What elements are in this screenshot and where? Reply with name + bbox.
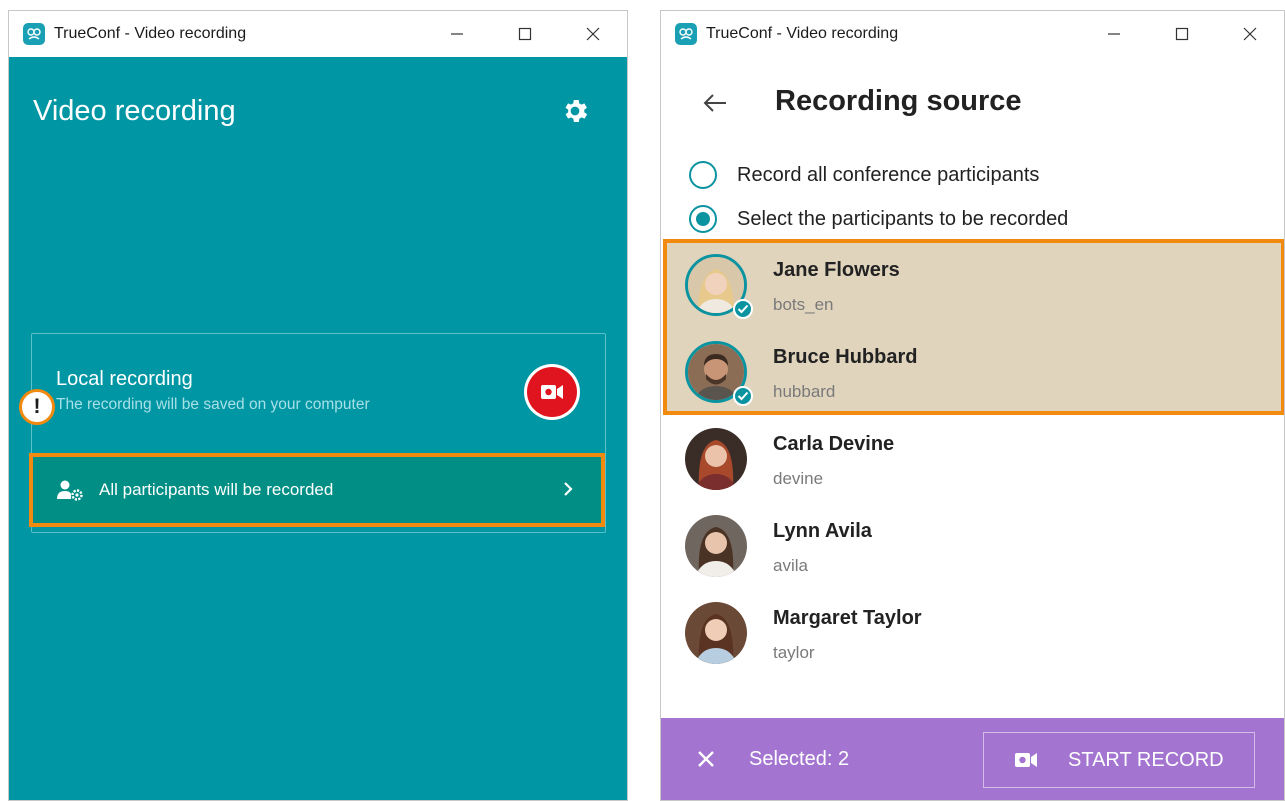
radio-button-selected[interactable]	[689, 205, 717, 233]
minimize-button[interactable]	[1080, 11, 1148, 57]
participant-name: Margaret Taylor	[773, 607, 922, 629]
title-bar: TrueConf - Video recording	[661, 11, 1284, 57]
participant-login: devine	[773, 469, 824, 488]
option-label: Record all conference participants	[737, 163, 1040, 186]
participant-login: taylor	[773, 643, 815, 662]
option-select-participants[interactable]: Select the participants to be recorded	[689, 205, 1068, 233]
card-title: Local recording	[56, 368, 193, 390]
avatar	[685, 428, 747, 490]
participant-row-jane-flowers[interactable]: Jane Flowers bots_en	[661, 243, 1284, 331]
minimize-icon	[1108, 33, 1120, 35]
participant-login: hubbard	[773, 382, 836, 401]
page-title: Video recording	[33, 95, 236, 127]
maximize-button[interactable]	[1148, 11, 1216, 57]
window-title: TrueConf - Video recording	[54, 25, 247, 42]
selected-count: Selected: 2	[749, 748, 850, 770]
option-label: Select the participants to be recorded	[737, 207, 1069, 230]
participant-name: Bruce Hubbard	[773, 346, 918, 368]
participant-row-carla-devine[interactable]: Carla Devine devine	[661, 417, 1284, 505]
start-record-button[interactable]: START RECORD	[983, 732, 1255, 788]
close-icon	[586, 27, 600, 41]
video-recording-panel: Video recording Local recording The reco…	[9, 57, 627, 800]
participant-row-lynn-avila[interactable]: Lynn Avila avila	[661, 504, 1284, 592]
clear-selection-button[interactable]	[691, 744, 721, 774]
back-button[interactable]	[695, 83, 735, 123]
participant-name: Carla Devine	[773, 433, 895, 455]
back-arrow-icon	[703, 94, 726, 112]
maximize-button[interactable]	[491, 11, 559, 57]
checkmark-icon	[737, 391, 749, 401]
close-icon	[698, 751, 714, 767]
participants-settings-icon	[57, 480, 83, 501]
participant-name: Jane Flowers	[773, 259, 900, 281]
trueconf-app-icon	[23, 23, 45, 45]
maximize-icon	[518, 27, 532, 41]
participant-row-margaret-taylor[interactable]: Margaret Taylor taylor	[661, 591, 1284, 679]
selected-check-badge	[733, 386, 753, 406]
video-recording-window-right: TrueConf - Video recording Recording sou…	[660, 10, 1285, 801]
chevron-right-icon	[564, 482, 573, 496]
selection-action-bar: Selected: 2 START RECORD	[661, 718, 1284, 800]
radio-button[interactable]	[689, 161, 717, 189]
minimize-icon	[451, 33, 463, 35]
video-camera-icon	[1015, 753, 1037, 767]
checkmark-icon	[737, 304, 749, 314]
participants-row-label: All participants will be recorded	[99, 480, 334, 499]
page-title: Recording source	[775, 85, 1022, 117]
warning-callout-badge: !	[19, 389, 55, 425]
option-record-all[interactable]: Record all conference participants	[689, 161, 1039, 189]
video-recording-window-left: TrueConf - Video recording Video recordi…	[8, 10, 628, 801]
participant-login: bots_en	[773, 295, 834, 314]
start-local-recording-button[interactable]	[524, 364, 580, 420]
participant-row-bruce-hubbard[interactable]: Bruce Hubbard hubbard	[661, 330, 1284, 418]
title-bar: TrueConf - Video recording	[9, 11, 627, 57]
gear-icon	[565, 100, 588, 122]
recording-participants-selector[interactable]: All participants will be recorded	[29, 453, 605, 527]
trueconf-app-icon	[675, 23, 697, 45]
participant-login: avila	[773, 556, 808, 575]
card-subtitle: The recording will be saved on your comp…	[56, 396, 370, 413]
minimize-button[interactable]	[423, 11, 491, 57]
maximize-icon	[1175, 27, 1189, 41]
window-title: TrueConf - Video recording	[706, 25, 899, 42]
avatar	[685, 515, 747, 577]
settings-button[interactable]	[557, 93, 593, 129]
close-button[interactable]	[559, 11, 627, 57]
video-camera-icon	[541, 385, 563, 399]
start-record-label: START RECORD	[1068, 748, 1224, 771]
participant-name: Lynn Avila	[773, 520, 872, 542]
avatar	[685, 602, 747, 664]
close-button[interactable]	[1216, 11, 1284, 57]
selected-check-badge	[733, 299, 753, 319]
close-icon	[1243, 27, 1257, 41]
